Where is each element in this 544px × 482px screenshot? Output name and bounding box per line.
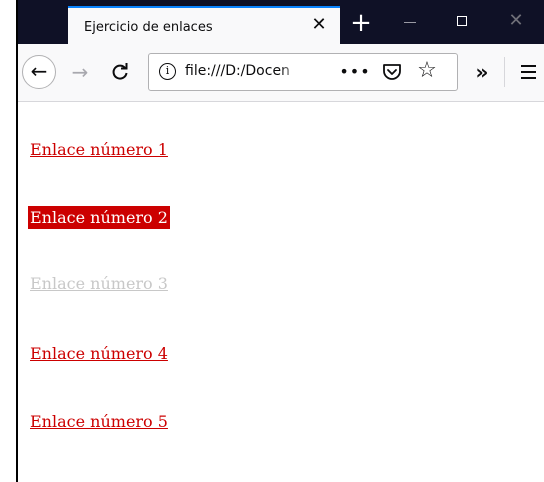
arrow-right-icon: →: [71, 60, 89, 84]
hamburger-menu-icon[interactable]: [514, 58, 542, 86]
page-content: Enlace número 1 Enlace número 2 Enlace n…: [18, 102, 544, 482]
url-text[interactable]: file:///D:/Docen: [185, 63, 303, 83]
reload-icon: [112, 63, 128, 80]
link-3[interactable]: Enlace número 3: [30, 274, 168, 293]
overflow-menu-icon[interactable]: »: [468, 58, 496, 86]
tab-strip: Ejercicio de enlaces ✕ + ✕: [18, 0, 544, 44]
link-5[interactable]: Enlace número 5: [30, 412, 168, 431]
pocket-icon[interactable]: [381, 61, 403, 83]
toolbar-divider: [504, 57, 505, 87]
arrow-left-icon: ←: [30, 59, 48, 83]
bookmark-star-icon[interactable]: ☆: [413, 57, 441, 85]
back-button[interactable]: ←: [22, 55, 56, 89]
maximize-icon: [457, 16, 467, 26]
link-4[interactable]: Enlace número 4: [30, 344, 168, 363]
link-2[interactable]: Enlace número 2: [28, 206, 170, 229]
close-window-button[interactable]: ✕: [492, 10, 540, 34]
tab-title: Ejercicio de enlaces: [84, 20, 213, 35]
tab-ejercicio-de-enlaces[interactable]: Ejercicio de enlaces ✕: [68, 6, 340, 44]
navigation-toolbar: ← → i file:///D:/Docen ••• ☆ »: [18, 44, 544, 102]
page-actions-icon[interactable]: •••: [337, 59, 373, 85]
minimize-button[interactable]: [386, 10, 434, 34]
info-icon[interactable]: i: [159, 63, 176, 80]
maximize-button[interactable]: [438, 10, 486, 34]
minimize-icon: [404, 22, 416, 23]
close-icon: ✕: [508, 10, 524, 31]
new-tab-icon[interactable]: +: [340, 4, 382, 44]
link-1[interactable]: Enlace número 1: [30, 140, 168, 159]
browser-window: Ejercicio de enlaces ✕ + ✕ ← → i file://…: [16, 0, 544, 482]
forward-button[interactable]: →: [64, 56, 96, 88]
reload-button[interactable]: [104, 56, 136, 88]
url-bar[interactable]: i file:///D:/Docen ••• ☆: [148, 53, 458, 91]
tab-close-icon[interactable]: ✕: [308, 14, 330, 36]
tabstrip-spacer: [18, 0, 68, 44]
